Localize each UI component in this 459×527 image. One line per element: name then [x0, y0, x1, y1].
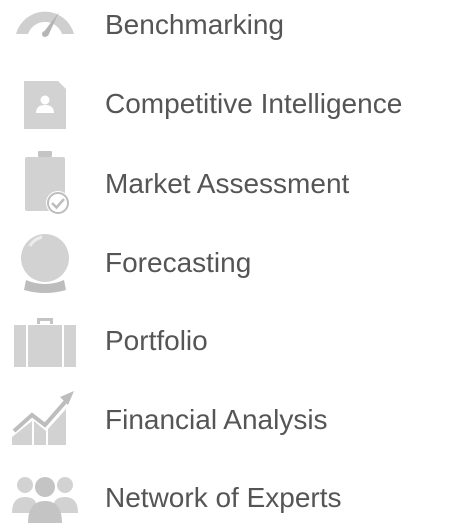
item-label: Benchmarking	[105, 9, 284, 40]
speedometer-icon	[10, 0, 80, 60]
item-label: Forecasting	[105, 247, 252, 278]
item-label: Network of Experts	[105, 482, 342, 513]
briefcase-icon	[10, 306, 80, 376]
id-card-icon	[10, 69, 80, 139]
item-label: Competitive Intelligence	[105, 88, 403, 119]
item-label: Market Assessment	[105, 168, 350, 199]
list-item-portfolio: Portfolio	[0, 306, 459, 376]
crystal-ball-icon	[10, 228, 80, 298]
service-list: Benchmarking Competitive Intelligence Ma…	[0, 0, 459, 527]
people-group-icon	[10, 463, 80, 527]
list-item-financial-analysis: Financial Analysis	[0, 385, 459, 455]
list-item-benchmarking: Benchmarking	[0, 0, 459, 60]
list-item-competitive-intelligence: Competitive Intelligence	[0, 69, 459, 139]
list-item-forecasting: Forecasting	[0, 228, 459, 298]
list-item-market-assessment: Market Assessment	[0, 149, 459, 219]
item-label: Financial Analysis	[105, 404, 328, 435]
growth-chart-icon	[10, 385, 80, 455]
list-item-network-of-experts: Network of Experts	[0, 463, 459, 527]
item-label: Portfolio	[105, 325, 208, 356]
clipboard-check-icon	[10, 149, 80, 219]
